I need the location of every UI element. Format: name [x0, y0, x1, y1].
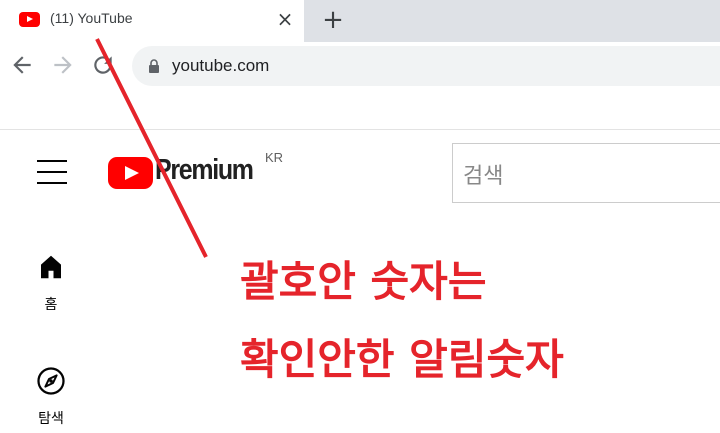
annotation-text-line1: 괄호안 숫자는	[240, 257, 487, 306]
annotation-text-line2: 확인안한 알림숫자	[240, 335, 564, 384]
